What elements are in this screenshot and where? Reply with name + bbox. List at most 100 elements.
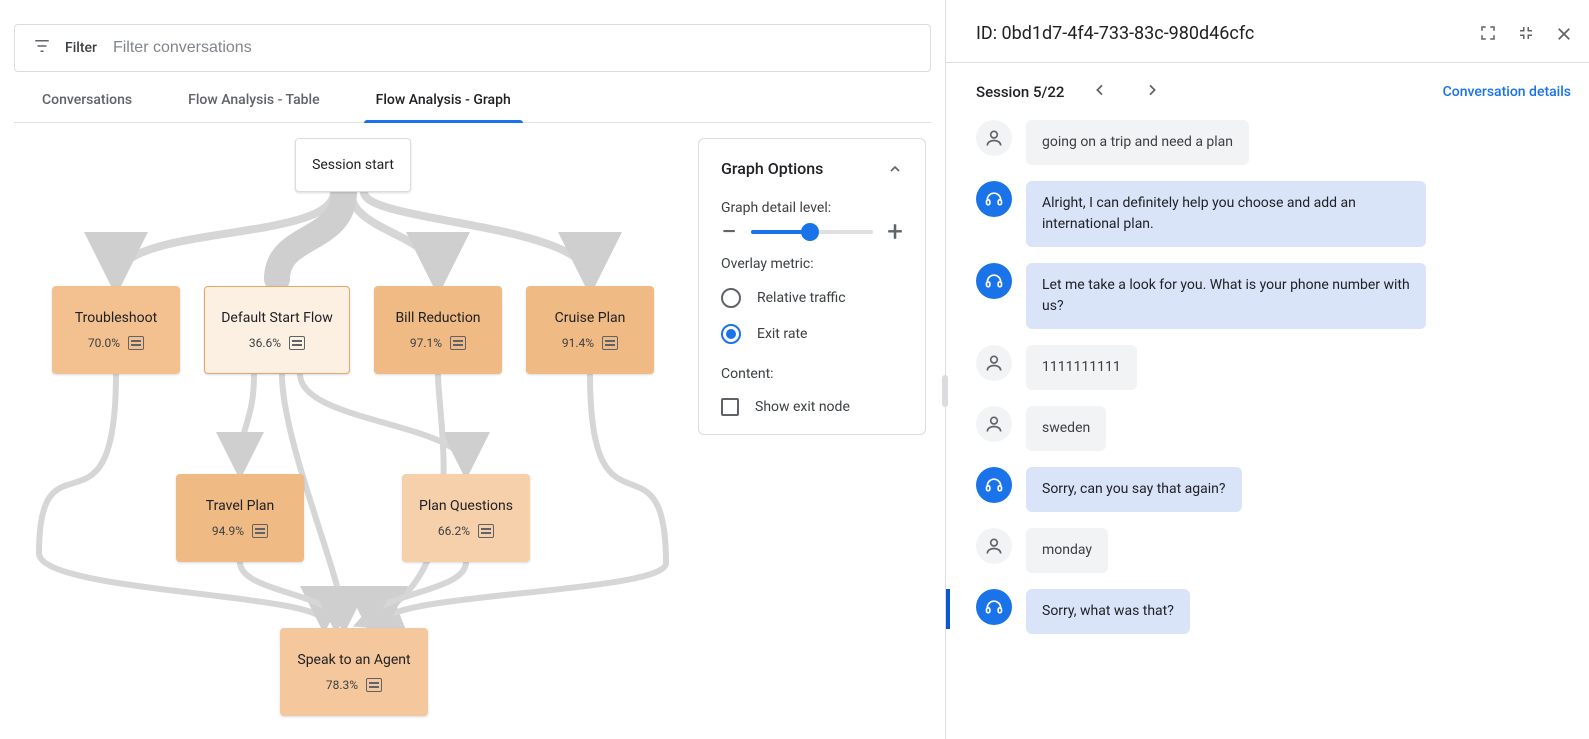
node-bill-reduction[interactable]: Bill Reduction 97.1%	[374, 286, 502, 374]
metric-value: 78.3%	[326, 678, 358, 692]
radio-relative-traffic[interactable]: Relative traffic	[721, 288, 903, 308]
tab-flow-table[interactable]: Flow Analysis - Table	[188, 92, 320, 122]
list-icon[interactable]	[478, 524, 494, 538]
message-row: Sorry, can you say that again?	[976, 467, 1571, 512]
user-avatar-icon	[976, 120, 1012, 156]
message-bubble: monday	[1026, 528, 1108, 573]
radio-icon	[721, 324, 741, 344]
tab-conversations[interactable]: Conversations	[42, 92, 132, 122]
metric-value: 36.6%	[249, 336, 281, 350]
bot-avatar-icon	[976, 589, 1012, 625]
message-bubble: Let me take a look for you. What is your…	[1026, 263, 1426, 329]
detail-slider-row: − +	[721, 230, 903, 234]
next-session-button[interactable]	[1144, 79, 1160, 104]
detail-label: Graph detail level:	[721, 200, 903, 216]
node-label: Troubleshoot	[75, 310, 157, 326]
node-default-start-flow[interactable]: Default Start Flow 36.6%	[204, 286, 350, 374]
message-bubble: Sorry, what was that?	[1026, 589, 1190, 634]
message-bubble: sweden	[1026, 406, 1106, 451]
options-title: Graph Options	[721, 159, 903, 178]
message-row: sweden	[976, 406, 1571, 451]
checkbox-icon	[721, 398, 739, 416]
node-cruise-plan[interactable]: Cruise Plan 91.4%	[526, 286, 654, 374]
tabs: Conversations Flow Analysis - Table Flow…	[14, 92, 931, 123]
detail-subheader: Session 5/22 Conversation details	[946, 63, 1589, 120]
node-label: Speak to an Agent	[297, 652, 410, 668]
detail-header-icons	[1479, 24, 1573, 42]
tab-flow-graph[interactable]: Flow Analysis - Graph	[376, 92, 511, 122]
user-avatar-icon	[976, 528, 1012, 564]
content-label: Content:	[721, 366, 903, 382]
fullscreen-icon[interactable]	[1479, 24, 1497, 42]
node-metric: 97.1%	[410, 336, 466, 350]
filter-bar: Filter	[14, 24, 931, 72]
node-metric: 91.4%	[562, 336, 618, 350]
message-row: monday	[976, 528, 1571, 573]
radio-icon	[721, 288, 741, 308]
node-label: Travel Plan	[206, 498, 274, 514]
list-icon[interactable]	[128, 336, 144, 350]
graph-options-panel: Graph Options Graph detail level: − + Ov…	[698, 138, 926, 435]
detail-slider[interactable]	[751, 230, 873, 234]
message-row: 1111111111	[976, 345, 1571, 390]
metric-value: 66.2%	[438, 524, 470, 538]
node-label: Default Start Flow	[221, 310, 333, 326]
highlight-indicator	[946, 589, 950, 629]
node-metric: 94.9%	[212, 524, 268, 538]
slider-thumb[interactable]	[801, 223, 819, 241]
message-bubble: Sorry, can you say that again?	[1026, 467, 1242, 512]
list-icon[interactable]	[252, 524, 268, 538]
node-label: Bill Reduction	[395, 310, 480, 326]
user-avatar-icon	[976, 406, 1012, 442]
filter-label: Filter	[65, 40, 97, 56]
metric-value: 97.1%	[410, 336, 442, 350]
main-pane: Filter Conversations Flow Analysis - Tab…	[0, 0, 945, 739]
node-speak-to-agent[interactable]: Speak to an Agent 78.3%	[280, 628, 428, 716]
node-session-start[interactable]: Session start	[295, 138, 411, 192]
list-icon[interactable]	[289, 336, 305, 350]
list-icon[interactable]	[450, 336, 466, 350]
message-row: Alright, I can definitely help you choos…	[976, 181, 1571, 247]
options-title-text: Graph Options	[721, 159, 823, 178]
metric-value: 70.0%	[88, 336, 120, 350]
session-id: ID: 0bd1d7-4f4-733-83c-980d46cfc	[976, 23, 1254, 44]
conversation-details-link[interactable]: Conversation details	[1443, 84, 1571, 100]
message-row: Let me take a look for you. What is your…	[976, 263, 1571, 329]
chevron-up-icon[interactable]	[887, 161, 903, 177]
message-row-highlighted: Sorry, what was that?	[976, 589, 1571, 634]
node-label: Plan Questions	[419, 498, 513, 514]
node-travel-plan[interactable]: Travel Plan 94.9%	[176, 474, 304, 562]
radio-exit-rate[interactable]: Exit rate	[721, 324, 903, 344]
node-metric: 66.2%	[438, 524, 494, 538]
detail-header: ID: 0bd1d7-4f4-733-83c-980d46cfc	[946, 0, 1589, 48]
checkbox-label: Show exit node	[755, 399, 850, 415]
close-icon[interactable]	[1555, 24, 1573, 42]
bot-avatar-icon	[976, 263, 1012, 299]
node-plan-questions[interactable]: Plan Questions 66.2%	[402, 474, 530, 562]
detail-pane: ID: 0bd1d7-4f4-733-83c-980d46cfc Session…	[946, 0, 1589, 739]
radio-label: Relative traffic	[757, 290, 846, 306]
list-icon[interactable]	[602, 336, 618, 350]
filter-input[interactable]	[113, 39, 914, 57]
node-troubleshoot[interactable]: Troubleshoot 70.0%	[52, 286, 180, 374]
node-label: Cruise Plan	[555, 310, 626, 326]
checkbox-show-exit-node[interactable]: Show exit node	[721, 398, 903, 416]
user-avatar-icon	[976, 345, 1012, 381]
flow-graph[interactable]: Session start Troubleshoot 70.0% Default…	[14, 123, 931, 723]
overlay-label: Overlay metric:	[721, 256, 903, 272]
radio-label: Exit rate	[757, 326, 807, 342]
node-metric: 78.3%	[326, 678, 382, 692]
collapse-icon[interactable]	[1517, 24, 1535, 42]
filter-icon	[31, 37, 53, 59]
bot-avatar-icon	[976, 181, 1012, 217]
message-bubble: going on a trip and need a plan	[1026, 120, 1249, 165]
message-bubble: 1111111111	[1026, 345, 1137, 390]
node-metric: 70.0%	[88, 336, 144, 350]
node-label: Session start	[312, 157, 394, 173]
bot-avatar-icon	[976, 467, 1012, 503]
list-icon[interactable]	[366, 678, 382, 692]
prev-session-button[interactable]	[1092, 79, 1108, 104]
metric-value: 91.4%	[562, 336, 594, 350]
session-counter: Session 5/22	[976, 83, 1064, 101]
metric-value: 94.9%	[212, 524, 244, 538]
